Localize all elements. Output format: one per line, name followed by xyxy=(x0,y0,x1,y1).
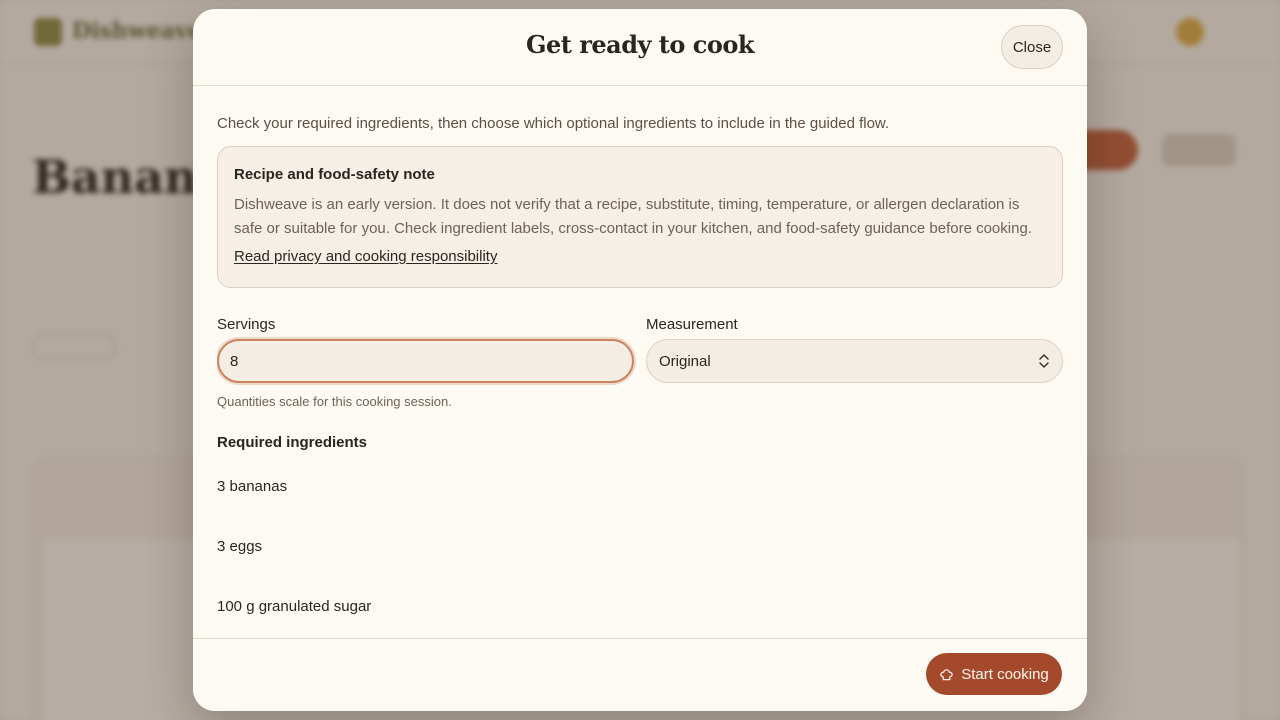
ingredient-item: 3 bananas xyxy=(217,478,288,495)
measurement-label: Measurement xyxy=(646,316,738,333)
servings-label: Servings xyxy=(217,316,276,333)
get-ready-dialog: Get ready to cook Close Check your requi… xyxy=(193,9,1087,711)
dialog-title: Get ready to cook xyxy=(526,30,754,59)
start-cooking-label: Start cooking xyxy=(961,665,1049,683)
dialog-intro: Check your required ingredients, then ch… xyxy=(217,115,890,132)
food-safety-note: Recipe and food-safety note Dishweave is… xyxy=(217,146,1063,288)
ingredient-item: 100 g granulated sugar xyxy=(217,598,372,615)
measurement-selected-value: Original xyxy=(659,352,711,370)
privacy-responsibility-link[interactable]: Read privacy and cooking responsibility xyxy=(234,248,497,265)
measurement-select[interactable]: Original xyxy=(646,339,1063,383)
dialog-body: Check your required ingredients, then ch… xyxy=(217,86,1063,638)
servings-input[interactable] xyxy=(217,339,634,383)
chevron-up-down-icon xyxy=(1039,354,1049,368)
ingredient-item: 3 eggs xyxy=(217,538,263,555)
dialog-footer: Start cooking xyxy=(193,638,1087,711)
start-cooking-button[interactable]: Start cooking xyxy=(926,653,1062,695)
note-body: Dishweave is an early version. It does n… xyxy=(234,196,1032,237)
close-button[interactable]: Close xyxy=(1001,25,1063,69)
dialog-header: Get ready to cook Close xyxy=(193,9,1087,86)
note-title: Recipe and food-safety note xyxy=(234,166,435,183)
servings-hint: Quantities scale for this cooking sessio… xyxy=(217,394,452,409)
required-ingredients-heading: Required ingredients xyxy=(217,434,368,451)
chef-hat-icon xyxy=(940,668,953,680)
